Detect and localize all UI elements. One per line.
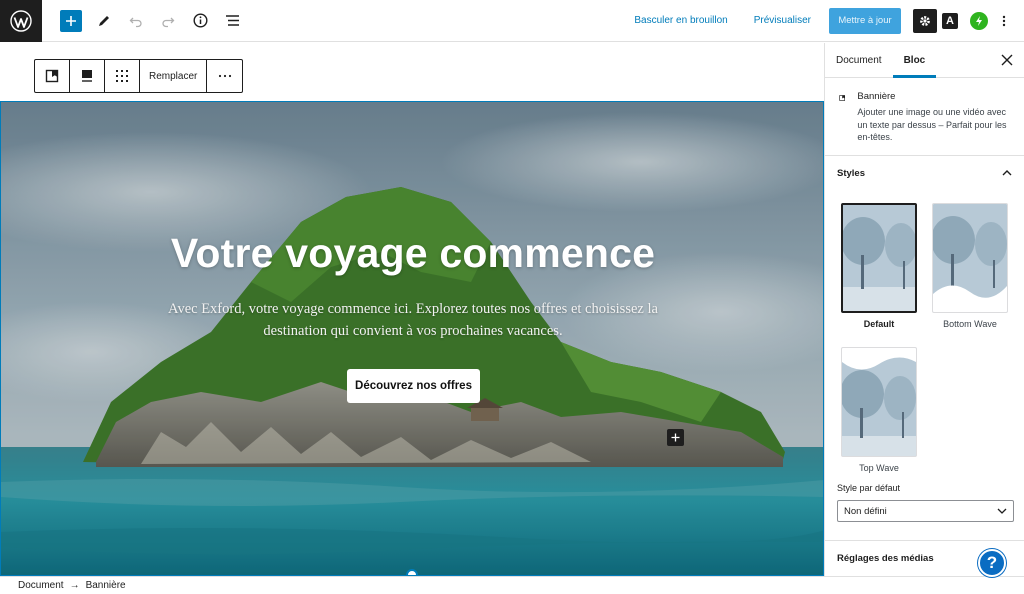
redo-button[interactable] [156, 9, 180, 33]
styles-panel-toggle[interactable]: Styles [825, 157, 1024, 189]
frosted-trees-preview [933, 204, 1007, 312]
help-button[interactable]: ? [978, 549, 1006, 577]
plus-icon [66, 15, 76, 26]
cover-block-icon [45, 69, 59, 83]
info-icon [192, 13, 208, 28]
breadcrumb: Document → Bannière [0, 576, 1024, 594]
close-sidebar-button[interactable] [1000, 53, 1014, 67]
media-settings-title: Réglages des médias [837, 553, 934, 564]
switch-to-draft-link[interactable]: Basculer en brouillon [634, 15, 727, 26]
tab-document[interactable]: Document [825, 43, 893, 77]
cover-heading[interactable]: Votre voyage commence [1, 230, 823, 277]
settings-button[interactable] [913, 8, 937, 33]
frosted-trees-preview [842, 348, 916, 456]
redo-icon [162, 17, 175, 27]
block-options-button[interactable] [207, 60, 242, 92]
styles-panel-title: Styles [837, 167, 865, 179]
undo-button[interactable] [124, 9, 148, 33]
plus-icon [671, 433, 680, 442]
settings-sidebar: Document Bloc Bannière Ajouter une image… [824, 43, 1024, 576]
kebab-icon [1002, 15, 1006, 26]
height-resize-handle[interactable] [406, 569, 418, 575]
default-style-label: Style par défaut [837, 483, 901, 493]
details-button[interactable] [188, 9, 212, 33]
update-button[interactable]: Mettre à jour [829, 7, 901, 34]
full-height-toggle[interactable] [105, 60, 140, 92]
arrow-right-icon: → [69, 580, 80, 591]
tab-block[interactable]: Bloc [892, 43, 937, 78]
block-styles-grid: Default Bottom Wave Top Wave [825, 189, 1024, 479]
style-preview-bottom-wave [932, 203, 1008, 313]
cover-paragraph[interactable]: Avec Exford, votre voyage commence ici. … [146, 298, 680, 342]
more-options-button[interactable] [996, 9, 1012, 33]
chevron-up-icon [1002, 170, 1012, 176]
jetpack-button[interactable] [970, 11, 988, 30]
tools-button[interactable] [92, 9, 116, 33]
frosted-trees-preview [843, 205, 915, 311]
block-inserter-button[interactable] [667, 429, 684, 446]
chevron-down-icon [997, 508, 1007, 514]
breadcrumb-current-block[interactable]: Bannière [86, 580, 126, 591]
default-style-value: Non défini [844, 505, 887, 517]
list-view-button[interactable] [220, 9, 244, 33]
style-preview-default [841, 203, 917, 313]
default-style-select[interactable]: Non défini [837, 500, 1014, 522]
wordpress-logo-button[interactable] [0, 0, 42, 42]
plugin-a-button[interactable]: A [942, 12, 958, 29]
editor-app: Basculer en brouillon Prévisualiser Mett… [0, 0, 1024, 594]
sidebar-tabs: Document Bloc [825, 43, 1024, 78]
top-toolbar: Basculer en brouillon Prévisualiser Mett… [0, 0, 1024, 42]
style-option-default[interactable]: Default [841, 203, 917, 329]
style-label-top-wave: Top Wave [859, 463, 899, 473]
breadcrumb-document[interactable]: Document [18, 580, 64, 591]
style-label-bottom-wave: Bottom Wave [943, 319, 997, 329]
style-label-default: Default [863, 319, 895, 329]
editor-canvas: Remplacer Votre voyage commence Avec Exf… [0, 43, 824, 576]
style-option-bottom-wave[interactable]: Bottom Wave [932, 203, 1008, 329]
cover-block[interactable]: Votre voyage commence Avec Exford, votre… [0, 101, 824, 576]
block-toolbar: Remplacer [34, 59, 244, 93]
undo-icon [129, 17, 142, 27]
style-preview-top-wave [841, 347, 917, 457]
block-type-button[interactable] [35, 60, 70, 92]
replace-media-button[interactable]: Remplacer [140, 60, 208, 92]
cover-cta-button[interactable]: Découvrez nos offres [347, 369, 480, 403]
pencil-icon [99, 15, 109, 26]
wordpress-icon [10, 9, 32, 32]
content-position-button[interactable] [70, 60, 105, 92]
block-card: Bannière Ajouter une image ou une vidéo … [825, 78, 1024, 156]
block-card-title: Bannière [857, 91, 896, 102]
preview-link[interactable]: Prévisualiser [754, 15, 811, 26]
style-option-top-wave[interactable]: Top Wave [841, 347, 917, 473]
content-position-icon [82, 70, 92, 82]
lightning-icon [976, 15, 982, 26]
block-card-description: Ajouter une image ou une vidéo avec un t… [857, 107, 1007, 142]
ellipsis-icon [218, 74, 231, 78]
close-icon [1001, 54, 1013, 66]
gear-icon [920, 15, 930, 26]
cover-block-icon [839, 95, 846, 101]
list-view-icon [225, 15, 239, 26]
add-block-button[interactable] [60, 9, 82, 32]
full-height-icon [116, 70, 128, 82]
